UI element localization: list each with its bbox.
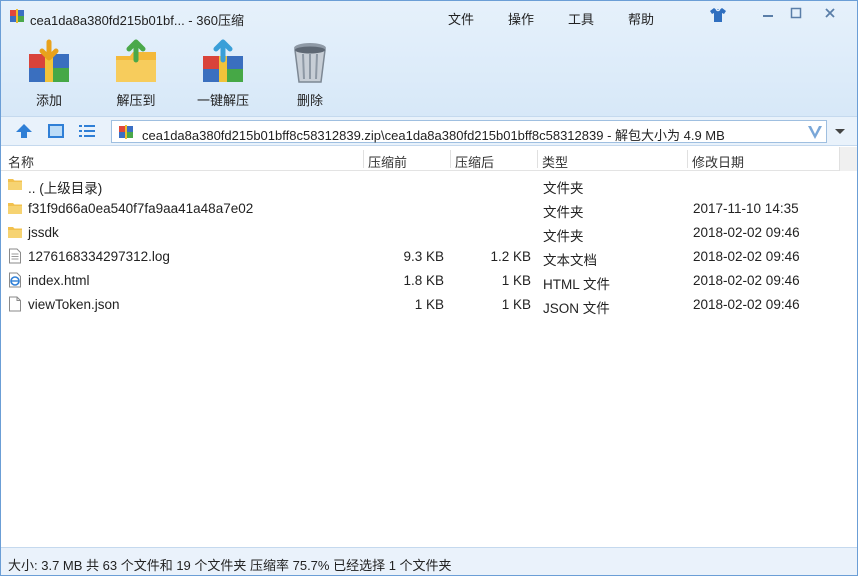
file-size-after: 1 KB — [501, 297, 531, 312]
list-item[interactable]: index.html 1.8 KB 1 KB HTML 文件 2018-02-0… — [1, 268, 839, 292]
file-list: 名称 压缩前 压缩后 类型 修改日期 .. (上级目录) 文件夹 f31f9d6… — [1, 147, 857, 547]
list-item[interactable]: .. (上级目录) 文件夹 — [1, 172, 839, 196]
json-file-icon — [7, 296, 23, 312]
folder-up-icon — [7, 176, 23, 192]
file-size-before: 1 KB — [414, 297, 444, 312]
view-large-icon[interactable] — [46, 122, 66, 140]
list-item[interactable]: viewToken.json 1 KB 1 KB JSON 文件 2018-02… — [1, 292, 839, 316]
archive-icon — [9, 8, 25, 24]
file-name: viewToken.json — [28, 297, 120, 312]
status-bar: 大小: 3.7 MB 共 63 个文件和 19 个文件夹 压缩率 75.7% 已… — [1, 547, 857, 575]
html-file-icon — [7, 272, 23, 288]
list-item[interactable]: jssdk 文件夹 2018-02-02 09:46 — [1, 220, 839, 244]
folder-icon — [7, 200, 23, 216]
text-file-icon — [7, 248, 23, 264]
window-title: cea1da8a380fd215b01bf... - 360压缩 — [30, 13, 244, 28]
column-after[interactable]: 压缩后 — [455, 152, 494, 171]
extract-folder-icon — [116, 39, 156, 82]
address-path: cea1da8a380fd215b01bff8c58312839.zip\cea… — [142, 128, 725, 143]
toolbar: 添加 解压到 一键解压 删除 — [1, 35, 857, 111]
menu-operation[interactable]: 操作 — [491, 8, 551, 29]
file-size-after: 1 KB — [501, 273, 531, 288]
list-header: 名称 压缩前 压缩后 类型 修改日期 — [1, 147, 839, 171]
file-type: 文件夹 — [543, 181, 584, 196]
file-type: 文件夹 — [543, 229, 584, 244]
file-name: index.html — [28, 273, 90, 288]
status-text: 大小: 3.7 MB 共 63 个文件和 19 个文件夹 压缩率 75.7% 已… — [8, 558, 452, 573]
column-before[interactable]: 压缩前 — [368, 152, 407, 171]
one-click-extract-button[interactable]: 一键解压 — [183, 35, 263, 111]
file-type: 文本文档 — [543, 253, 597, 268]
up-arrow-icon[interactable] — [14, 122, 34, 140]
file-date: 2018-02-02 09:46 — [693, 273, 800, 288]
title-bar: cea1da8a380fd215b01bf... - 360压缩 文件 操作 工… — [1, 1, 857, 33]
delete-button[interactable]: 删除 — [270, 35, 350, 111]
file-name: .. (上级目录) — [28, 181, 103, 196]
trash-bin-icon — [294, 43, 326, 83]
column-type[interactable]: 类型 — [542, 152, 568, 171]
column-divider[interactable] — [687, 150, 688, 168]
column-name[interactable]: 名称 — [8, 152, 34, 171]
extract-to-label: 解压到 — [116, 93, 156, 108]
menu-help[interactable]: 帮助 — [611, 8, 671, 29]
menu-tools[interactable]: 工具 — [551, 8, 611, 29]
column-divider[interactable] — [450, 150, 451, 168]
file-date: 2018-02-02 09:46 — [693, 249, 800, 264]
file-name: f31f9d66a0ea540f7fa9aa41a48a7e02 — [28, 201, 254, 216]
address-dropdown-icon[interactable] — [828, 120, 852, 143]
file-date: 2018-02-02 09:46 — [693, 225, 800, 240]
minimize-icon[interactable] — [757, 6, 779, 22]
folder-icon — [7, 224, 23, 240]
file-size-before: 1.8 KB — [403, 273, 444, 288]
scrollbar-corner — [839, 147, 857, 171]
menu-file[interactable]: 文件 — [431, 8, 491, 29]
list-item[interactable]: f31f9d66a0ea540f7fa9aa41a48a7e02 文件夹 201… — [1, 196, 839, 220]
file-type: 文件夹 — [543, 205, 584, 220]
file-size-before: 9.3 KB — [403, 249, 444, 264]
column-modified[interactable]: 修改日期 — [692, 152, 744, 171]
file-date: 2017-11-10 14:35 — [693, 201, 799, 216]
file-name: 1276168334297312.log — [28, 249, 170, 264]
column-divider[interactable] — [537, 150, 538, 168]
file-name: jssdk — [28, 225, 59, 240]
file-size-after: 1.2 KB — [490, 249, 531, 264]
delete-label: 删除 — [296, 93, 323, 108]
one-click-extract-icon — [203, 39, 243, 82]
one-click-extract-label: 一键解压 — [196, 93, 249, 108]
app-window: cea1da8a380fd215b01bf... - 360压缩 文件 操作 工… — [0, 0, 858, 576]
header-area: cea1da8a380fd215b01bf... - 360压缩 文件 操作 工… — [1, 1, 857, 116]
maximize-icon[interactable] — [785, 6, 807, 22]
file-type: JSON 文件 — [543, 301, 610, 316]
add-button[interactable]: 添加 — [9, 35, 89, 111]
column-divider[interactable] — [363, 150, 364, 168]
file-date: 2018-02-02 09:46 — [693, 297, 800, 312]
add-label: 添加 — [35, 93, 62, 108]
menu-bar: 文件 操作 工具 帮助 — [431, 8, 671, 29]
file-type: HTML 文件 — [543, 277, 610, 292]
archive-icon — [118, 124, 134, 140]
address-bar-row: cea1da8a380fd215b01bff8c58312839.zip\cea… — [1, 116, 857, 146]
extract-to-button[interactable]: 解压到 — [96, 35, 176, 111]
skin-shirt-icon[interactable] — [707, 6, 729, 24]
add-archive-icon — [29, 39, 69, 82]
close-icon[interactable] — [819, 6, 841, 22]
list-item[interactable]: 1276168334297312.log 9.3 KB 1.2 KB 文本文档 … — [1, 244, 839, 268]
verify-v-icon[interactable] — [806, 123, 824, 141]
address-field[interactable]: cea1da8a380fd215b01bff8c58312839.zip\cea… — [111, 120, 827, 143]
view-list-icon[interactable] — [77, 122, 97, 140]
